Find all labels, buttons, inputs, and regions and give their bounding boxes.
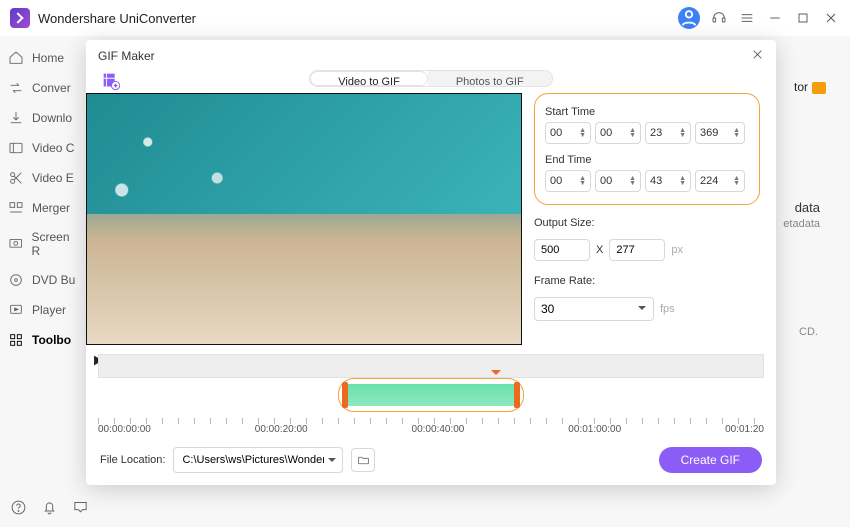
open-folder-button[interactable] bbox=[351, 448, 375, 472]
gif-maker-modal: GIF Maker Video to GIF Photos to GIF 00:… bbox=[86, 40, 776, 485]
bg-meta: etadata bbox=[783, 218, 820, 230]
close-window-button[interactable] bbox=[822, 9, 840, 27]
bell-icon[interactable] bbox=[41, 499, 58, 519]
output-unit: px bbox=[671, 244, 683, 256]
end-hours-stepper[interactable]: 00▲▼ bbox=[545, 170, 591, 192]
sidebar-item-merger[interactable]: Merger bbox=[0, 194, 88, 222]
ruler-tick: 00:00:20:00 bbox=[255, 420, 308, 435]
sidebar-item-label: Home bbox=[32, 51, 64, 65]
minimize-button[interactable] bbox=[766, 9, 784, 27]
sidebar-item-downloader[interactable]: Downlo bbox=[0, 104, 88, 132]
bg-cd: CD. bbox=[799, 326, 818, 338]
modal-title: GIF Maker bbox=[98, 49, 155, 63]
sidebar-item-screen-recorder[interactable]: Screen R bbox=[0, 224, 88, 264]
file-location-select[interactable]: C:\Users\ws\Pictures\Wonders bbox=[173, 447, 343, 473]
end-ms-stepper[interactable]: 224▲▼ bbox=[695, 170, 745, 192]
sidebar-item-video-editor[interactable]: Video E bbox=[0, 164, 88, 192]
sidebar-item-label: Player bbox=[32, 303, 66, 317]
close-icon[interactable] bbox=[751, 48, 764, 64]
sidebar-item-player[interactable]: Player bbox=[0, 296, 88, 324]
time-range-group: Start Time 00▲▼ 00▲▼ 23▲▼ 369▲▼ End Time… bbox=[534, 93, 760, 205]
sidebar-item-label: Video C bbox=[32, 141, 74, 155]
frame-rate-label: Frame Rate: bbox=[534, 275, 760, 287]
start-minutes-stepper[interactable]: 00▲▼ bbox=[595, 122, 641, 144]
fps-unit: fps bbox=[660, 303, 675, 315]
mode-segmented: Video to GIF Photos to GIF bbox=[309, 70, 552, 87]
timeline-selection[interactable] bbox=[338, 378, 524, 412]
sidebar-item-home[interactable]: Home bbox=[0, 44, 88, 72]
maximize-button[interactable] bbox=[794, 9, 812, 27]
ruler-tick: 00:01:20 bbox=[725, 420, 764, 435]
crown-icon bbox=[812, 82, 826, 94]
frame-rate-select[interactable]: 30 bbox=[534, 297, 654, 321]
start-time-label: Start Time bbox=[545, 106, 749, 118]
sidebar-item-dvd-burner[interactable]: DVD Bu bbox=[0, 266, 88, 294]
start-ms-stepper[interactable]: 369▲▼ bbox=[695, 122, 745, 144]
timeline-track[interactable] bbox=[98, 354, 764, 378]
feedback-icon[interactable] bbox=[72, 499, 89, 519]
status-bar bbox=[0, 491, 88, 527]
menu-icon[interactable] bbox=[738, 9, 756, 27]
start-hours-stepper[interactable]: 00▲▼ bbox=[545, 122, 591, 144]
file-location-label: File Location: bbox=[100, 454, 165, 466]
sidebar-item-label: Toolbo bbox=[32, 333, 71, 347]
bg-data: data bbox=[795, 200, 820, 215]
playhead-icon[interactable] bbox=[491, 370, 501, 380]
app-logo-icon bbox=[10, 8, 30, 28]
help-icon[interactable] bbox=[10, 499, 27, 519]
sidebar-item-label: Screen R bbox=[32, 230, 81, 258]
sidebar-item-label: Conver bbox=[32, 81, 71, 95]
ruler-tick: 00:00:00:00 bbox=[98, 420, 151, 435]
output-width-input[interactable] bbox=[534, 239, 590, 261]
app-title: Wondershare UniConverter bbox=[38, 11, 196, 26]
sidebar-item-video-compressor[interactable]: Video C bbox=[0, 134, 88, 162]
sidebar-item-label: DVD Bu bbox=[32, 273, 75, 287]
tab-video-to-gif[interactable]: Video to GIF bbox=[310, 71, 428, 86]
output-height-input[interactable] bbox=[609, 239, 665, 261]
end-minutes-stepper[interactable]: 00▲▼ bbox=[595, 170, 641, 192]
timeline-ruler: 00:00:00:00 00:00:20:00 00:00:40:00 00:0… bbox=[98, 420, 764, 437]
output-size-label: Output Size: bbox=[534, 217, 760, 229]
trim-end-handle[interactable] bbox=[514, 382, 520, 408]
tab-photos-to-gif[interactable]: Photos to GIF bbox=[428, 71, 552, 86]
ruler-tick: 00:01:00:00 bbox=[568, 420, 621, 435]
account-avatar[interactable] bbox=[678, 7, 700, 29]
output-x: X bbox=[596, 244, 603, 256]
sidebar: Home Conver Downlo Video C Video E Merge… bbox=[0, 36, 88, 527]
add-file-button[interactable] bbox=[100, 70, 122, 92]
create-gif-button[interactable]: Create GIF bbox=[659, 447, 762, 473]
ruler-tick: 00:00:40:00 bbox=[412, 420, 465, 435]
sidebar-item-label: Downlo bbox=[32, 111, 72, 125]
start-seconds-stepper[interactable]: 23▲▼ bbox=[645, 122, 691, 144]
title-bar: Wondershare UniConverter bbox=[0, 0, 850, 36]
selected-range[interactable] bbox=[348, 384, 514, 406]
video-preview[interactable] bbox=[86, 93, 522, 345]
sidebar-item-label: Video E bbox=[32, 171, 74, 185]
sidebar-item-label: Merger bbox=[32, 201, 70, 215]
sidebar-item-toolbox[interactable]: Toolbo bbox=[0, 326, 88, 354]
end-seconds-stepper[interactable]: 43▲▼ bbox=[645, 170, 691, 192]
end-time-label: End Time bbox=[545, 154, 749, 166]
timeline: 00:00:00:00 00:00:20:00 00:00:40:00 00:0… bbox=[86, 379, 776, 437]
support-icon[interactable] bbox=[710, 9, 728, 27]
sidebar-item-converter[interactable]: Conver bbox=[0, 74, 88, 102]
